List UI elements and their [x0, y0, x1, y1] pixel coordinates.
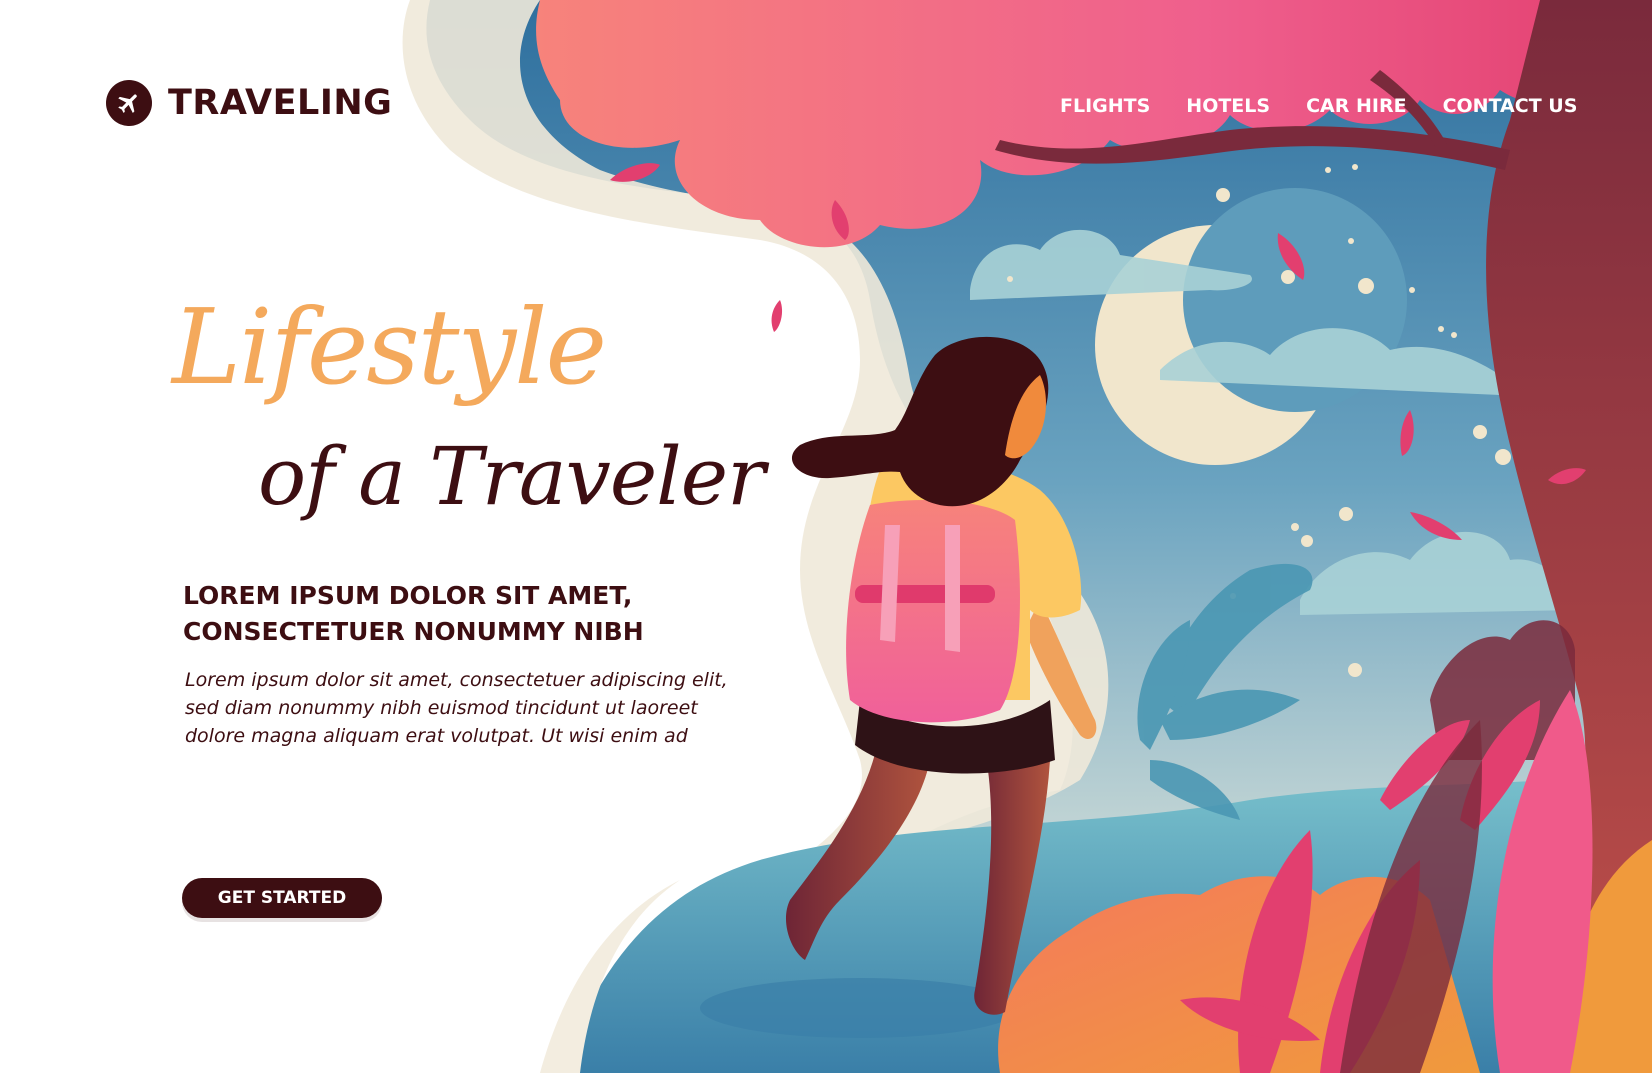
landing-page: TRAVELING FLIGHTS HOTELS CAR HIRE CONTAC… — [0, 0, 1652, 1073]
get-started-button[interactable]: GET STARTED — [182, 878, 382, 918]
nav-hotels[interactable]: HOTELS — [1186, 95, 1270, 117]
nav-car-hire[interactable]: CAR HIRE — [1306, 95, 1406, 117]
logo-text: TRAVELING — [168, 83, 393, 123]
hero-subheading: LOREM IPSUM DOLOR SIT AMET, CONSECTETUER… — [183, 581, 644, 646]
nav-contact-us[interactable]: CONTACT US — [1443, 95, 1578, 117]
ground-shadow — [700, 978, 1020, 1038]
hero-script-subtitle: of a Traveler — [258, 430, 765, 523]
main-nav: FLIGHTS HOTELS CAR HIRE CONTACT US — [1060, 95, 1577, 117]
nav-flights[interactable]: FLIGHTS — [1060, 95, 1150, 117]
hero-script-title: Lifestyle — [172, 286, 607, 408]
airplane-icon — [106, 80, 152, 126]
hero-body: Lorem ipsum dolor sit amet, consectetuer… — [185, 669, 728, 747]
logo[interactable]: TRAVELING — [106, 80, 392, 126]
